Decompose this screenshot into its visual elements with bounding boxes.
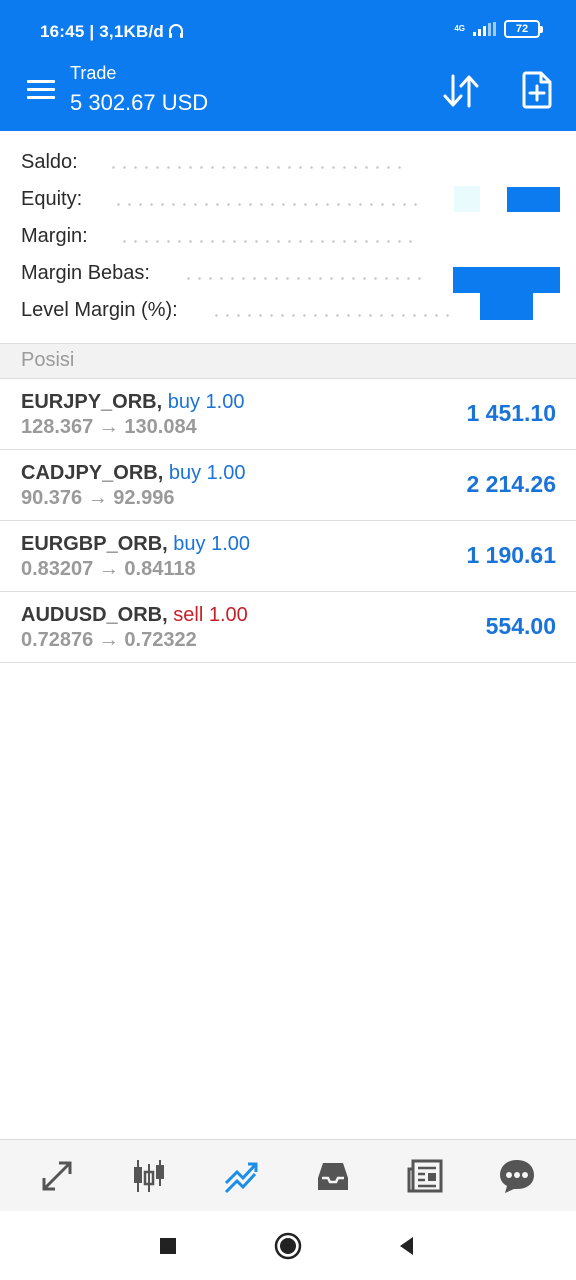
redaction-mark <box>454 186 480 212</box>
position-direction: buy 1.00 <box>173 533 250 555</box>
leader-dots <box>211 314 451 317</box>
position-prices: 0.83207 → 0.84118 <box>21 558 196 580</box>
position-prices: 90.376 → 92.996 <box>21 487 175 509</box>
news-icon <box>407 1159 443 1193</box>
quotes-icon <box>42 1161 72 1191</box>
menu-button[interactable] <box>27 77 55 103</box>
summary-row-margin: Margin: <box>21 223 561 253</box>
nav-chat[interactable] <box>494 1154 540 1198</box>
headset-icon <box>169 24 183 38</box>
leader-dots <box>119 240 419 243</box>
position-direction: buy 1.00 <box>168 462 246 484</box>
nav-quotes[interactable] <box>34 1154 80 1198</box>
position-symbol: EURJPY_ORB, <box>21 391 163 413</box>
position-prices: 128.367 → 130.084 <box>21 416 197 438</box>
positions-list: EURJPY_ORB, buy 1.00 128.367 → 130.084 1… <box>0 379 576 663</box>
position-row[interactable]: AUDUSD_ORB, sell 1.00 0.72876 → 0.72322 … <box>0 592 576 663</box>
chart-candles-icon <box>134 1160 164 1192</box>
position-symbol: EURGBP_ORB, <box>21 533 168 555</box>
nav-charts[interactable] <box>126 1154 172 1198</box>
summary-row-saldo: Saldo: <box>21 149 561 179</box>
page-title: Trade <box>70 63 117 83</box>
battery-icon: 72 <box>504 20 543 38</box>
home-button[interactable] <box>273 1231 303 1261</box>
trade-icon <box>224 1162 258 1194</box>
sort-arrows-icon <box>443 74 479 108</box>
recents-button[interactable] <box>153 1231 183 1261</box>
system-navigation-bar <box>0 1211 576 1280</box>
header-balance: 5 302.67 USD <box>70 90 209 115</box>
section-title: Posisi <box>21 349 75 371</box>
redaction-mark <box>453 267 560 293</box>
positions-section-header: Posisi <box>0 343 576 379</box>
position-title: EURGBP_ORB, buy 1.00 <box>21 533 250 556</box>
position-symbol: CADJPY_ORB, <box>21 462 164 484</box>
position-profit: 1 451.10 <box>466 400 556 426</box>
summary-row-margin-level: Level Margin (%): <box>21 292 561 327</box>
redaction-mark <box>480 292 533 320</box>
nav-history[interactable] <box>310 1154 356 1198</box>
network-type: 4G <box>454 24 465 33</box>
position-title: AUDUSD_ORB, sell 1.00 <box>21 604 248 627</box>
position-title: CADJPY_ORB, buy 1.00 <box>21 462 246 485</box>
position-direction: sell 1.00 <box>173 604 248 626</box>
app-header: 16:45 | 3,1KB/d 4G 72 Trade 5 302.67 USD <box>0 0 576 131</box>
home-circle-icon <box>274 1232 302 1260</box>
chat-icon <box>500 1160 534 1193</box>
summary-label: Saldo: <box>21 151 78 173</box>
position-symbol: AUDUSD_ORB, <box>21 604 168 626</box>
account-summary: Saldo: Equity: Margin: Margin Bebas: Lev… <box>0 131 576 343</box>
position-profit: 2 214.26 <box>466 471 556 497</box>
recents-square-icon <box>160 1238 176 1254</box>
position-profit: 554.00 <box>485 613 556 639</box>
position-prices: 0.72876 → 0.72322 <box>21 629 197 651</box>
leader-dots <box>183 277 428 280</box>
summary-label: Margin Bebas: <box>21 262 150 284</box>
position-title: EURJPY_ORB, buy 1.00 <box>21 391 244 414</box>
redaction-mark <box>507 187 560 212</box>
position-direction: buy 1.00 <box>167 391 245 413</box>
status-time: 16:45 | 3,1KB/d <box>40 22 164 41</box>
position-row[interactable]: CADJPY_ORB, buy 1.00 90.376 → 92.996 2 2… <box>0 450 576 521</box>
summary-label: Margin: <box>21 225 88 247</box>
summary-label: Equity: <box>21 188 83 210</box>
summary-label: Level Margin (%): <box>21 299 178 321</box>
nav-news[interactable] <box>402 1154 448 1198</box>
new-document-icon <box>522 71 552 109</box>
bottom-navigation <box>0 1139 576 1211</box>
status-icons: 4G 72 <box>454 20 543 38</box>
new-order-button[interactable] <box>520 70 554 110</box>
position-row[interactable]: EURJPY_ORB, buy 1.00 128.367 → 130.084 1… <box>0 379 576 450</box>
summary-row-equity: Equity: <box>21 186 561 216</box>
leader-dots <box>108 166 408 169</box>
summary-row-free-margin: Margin Bebas: <box>21 260 561 293</box>
back-triangle-icon <box>400 1237 413 1255</box>
position-row[interactable]: EURGBP_ORB, buy 1.00 0.83207 → 0.84118 1… <box>0 521 576 592</box>
nav-trade[interactable] <box>218 1154 264 1198</box>
signal-icon <box>473 22 496 36</box>
sort-button[interactable] <box>441 72 481 110</box>
history-inbox-icon <box>318 1163 348 1190</box>
back-button[interactable] <box>391 1231 421 1261</box>
position-profit: 1 190.61 <box>466 542 556 568</box>
leader-dots <box>113 203 423 206</box>
